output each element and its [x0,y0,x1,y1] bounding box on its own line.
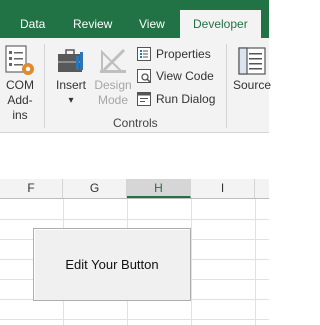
column-header-h[interactable]: H [127,179,191,198]
form-button-label: Edit Your Button [65,257,159,272]
run-dialog-label: Run Dialog [156,92,216,106]
com-addins-label-line2: Add-ins [7,93,33,122]
controls-group-label: Controls [113,116,158,130]
design-mode-button[interactable]: Design Mode [92,44,134,114]
properties-label: Properties [156,47,211,61]
chevron-down-icon: ▾ [68,95,74,106]
xml-source-button[interactable]: Source [231,44,273,114]
grid-line [191,199,192,325]
ribbon-group-separator [44,44,45,128]
view-code-label: View Code [156,69,214,83]
com-addins-icon [5,45,34,75]
form-control-button[interactable]: Edit Your Button [33,228,191,301]
tab-developer[interactable]: Developer [180,10,261,38]
com-addins-button[interactable]: COM Add-ins [0,44,40,122]
insert-label: Insert [55,78,86,92]
run-dialog-icon [137,92,151,106]
column-header-g[interactable]: G [63,179,127,198]
tab-review[interactable]: Review [73,12,112,38]
grid-line [0,219,269,220]
toolbox-icon [58,49,83,72]
view-code-icon [137,69,151,83]
ribbon-tab-bar: Data Review View Developer [0,0,269,38]
source-label: Source [232,78,272,92]
com-addins-label-line1: COM [6,78,34,92]
column-header-i[interactable]: I [191,179,255,198]
column-header-f[interactable]: F [0,179,63,198]
grid-line [0,319,269,320]
properties-icon [137,47,151,61]
insert-controls-button[interactable]: Insert ▾ [52,44,90,114]
grid-line [255,199,256,325]
design-mode-label-line1: Design [94,78,132,92]
tab-view[interactable]: View [139,12,165,38]
ribbon-group-separator [226,44,227,128]
tab-data[interactable]: Data [20,12,45,38]
formula-area-gap [0,133,269,179]
design-mode-label-line2: Mode [97,93,129,107]
design-mode-icon [100,48,126,73]
xml-source-icon [238,47,266,75]
